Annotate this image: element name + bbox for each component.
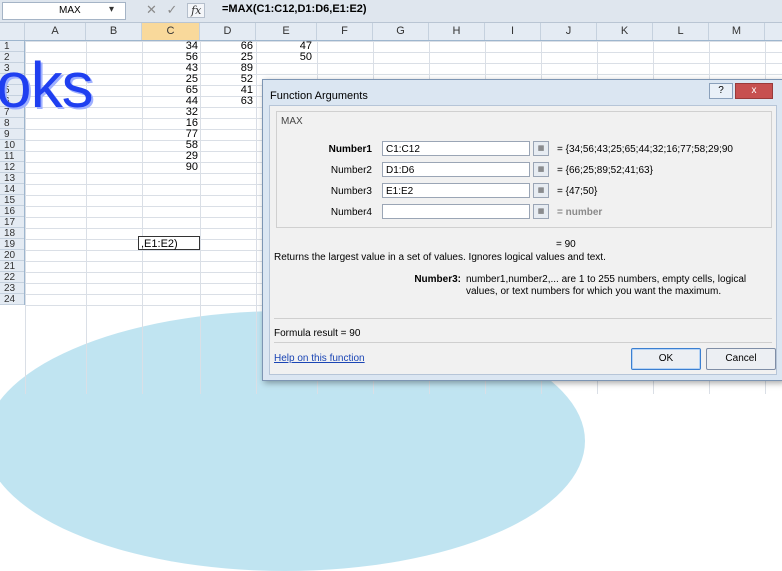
row-header[interactable]: 10 [0, 140, 24, 151]
function-name: MAX [281, 116, 303, 127]
row-header[interactable]: 12 [0, 162, 24, 173]
dialog-title: Function Arguments [270, 90, 368, 102]
collapse-dialog-icon[interactable]: ▦ [533, 204, 549, 219]
collapse-dialog-icon[interactable]: ▦ [533, 162, 549, 177]
function-arguments-dialog: Function Arguments ? x MAX Number1 C1:C12… [262, 79, 782, 381]
name-box-value: MAX [59, 5, 81, 16]
collapse-dialog-icon[interactable]: ▦ [533, 183, 549, 198]
row-header[interactable]: 24 [0, 294, 24, 305]
column-header[interactable]: H [429, 23, 485, 40]
column-header[interactable]: L [653, 23, 709, 40]
column-header[interactable]: G [373, 23, 429, 40]
divider [274, 318, 772, 319]
table-cell[interactable]: 90 [142, 162, 198, 173]
column-header[interactable]: E [256, 23, 317, 40]
row-header[interactable]: 11 [0, 151, 24, 162]
column-header[interactable]: D [200, 23, 256, 40]
help-button[interactable]: ? [709, 83, 733, 99]
ok-button[interactable]: OK [631, 348, 701, 370]
row-header[interactable]: 19 [0, 239, 24, 250]
dialog-body: MAX Number1 C1:C12 ▦ = {34;56;43;25;65;4… [269, 105, 777, 375]
table-cell[interactable]: 50 [256, 52, 312, 63]
arg-input[interactable]: E1:E2 [382, 183, 530, 198]
row-header[interactable]: 13 [0, 173, 24, 184]
row-header[interactable]: 9 [0, 129, 24, 140]
arg-result: = {47;50} [557, 186, 598, 197]
column-header[interactable]: C [142, 23, 200, 40]
column-header[interactable]: F [317, 23, 373, 40]
grid-line [25, 74, 782, 75]
function-group: MAX Number1 C1:C12 ▦ = {34;56;43;25;65;4… [276, 111, 772, 228]
arg-help-text: number1,number2,... are 1 to 255 numbers… [466, 274, 747, 297]
row-header[interactable]: 23 [0, 283, 24, 294]
name-box[interactable]: MAX ▾ [2, 2, 126, 20]
cancel-button[interactable]: Cancel [706, 348, 776, 370]
collapse-dialog-icon[interactable]: ▦ [533, 141, 549, 156]
close-button[interactable]: x [735, 83, 773, 99]
row-header[interactable]: 18 [0, 228, 24, 239]
grid-line [25, 52, 782, 53]
arg-label: Number3 [330, 186, 372, 197]
arg-label: Number1 [328, 144, 372, 155]
arg-input[interactable]: D1:D6 [382, 162, 530, 177]
arg-label: Number2 [330, 165, 372, 176]
divider [274, 342, 772, 343]
arg-result: = number [557, 207, 603, 218]
overall-result: = 90 [556, 239, 576, 250]
chevron-down-icon[interactable]: ▾ [109, 4, 114, 15]
column-header[interactable]: I [485, 23, 541, 40]
column-header[interactable]: B [86, 23, 142, 40]
arg-input[interactable]: C1:C12 [382, 141, 530, 156]
active-cell-editor[interactable]: ,E1:E2) [138, 236, 200, 250]
table-cell[interactable]: 63 [200, 96, 253, 107]
column-header[interactable]: K [597, 23, 653, 40]
row-header[interactable]: 22 [0, 272, 24, 283]
row-header[interactable]: 16 [0, 206, 24, 217]
function-description: Returns the largest value in a set of va… [274, 252, 606, 263]
watermark-text: oks [0, 49, 94, 121]
check-icon[interactable]: ✓ [167, 2, 178, 18]
column-header[interactable]: J [541, 23, 597, 40]
arg-result: = {34;56;43;25;65;44;32;16;77;58;29;90 [557, 144, 733, 155]
row-header[interactable]: 17 [0, 217, 24, 228]
select-all-corner[interactable] [0, 23, 25, 40]
formula-bar: MAX ▾ ✕ ✓ fx =MAX(C1:C12,D1:D6,E1:E2) [0, 0, 782, 23]
grid-line [25, 63, 782, 64]
formula-input[interactable]: =MAX(C1:C12,D1:D6,E1:E2) [222, 3, 367, 15]
column-header[interactable]: M [709, 23, 765, 40]
insert-function-icon[interactable]: fx [187, 3, 206, 18]
column-headers: A B C D E F G H I J K L M [0, 23, 782, 41]
grid-line [25, 41, 782, 42]
formula-result: Formula result = 90 [274, 328, 361, 339]
column-header[interactable]: A [25, 23, 86, 40]
arg-label: Number4 [330, 207, 372, 218]
arg-result: = {66;25;89;52;41;63} [557, 165, 653, 176]
row-header[interactable]: 14 [0, 184, 24, 195]
cancel-icon[interactable]: ✕ [146, 2, 157, 18]
row-header[interactable]: 15 [0, 195, 24, 206]
row-header[interactable]: 21 [0, 261, 24, 272]
row-header[interactable]: 20 [0, 250, 24, 261]
arg-help-label: Number3: [414, 274, 461, 285]
help-link[interactable]: Help on this function [274, 353, 365, 364]
arg-input[interactable] [382, 204, 530, 219]
